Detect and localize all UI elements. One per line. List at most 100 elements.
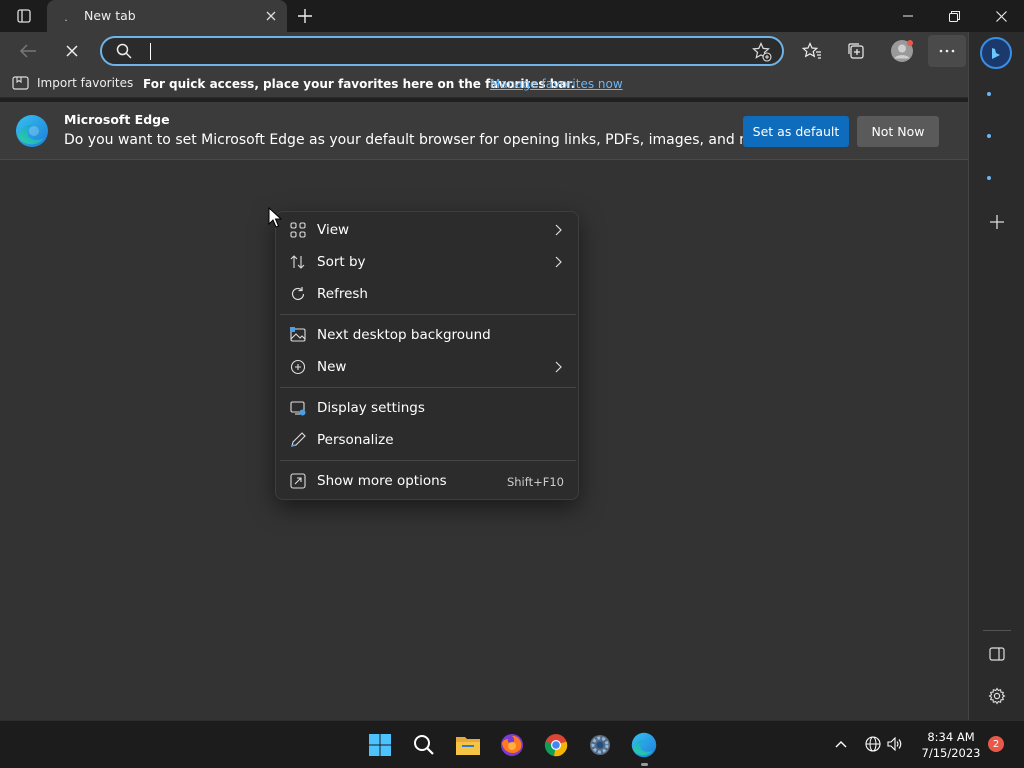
- clock[interactable]: 8:34 AM 7/15/2023: [916, 729, 986, 761]
- close-window-button[interactable]: [978, 0, 1024, 32]
- network-button[interactable]: [864, 735, 882, 753]
- taskbar: 8:34 AM 7/15/2023: [0, 720, 1024, 768]
- display-settings-icon: [290, 401, 306, 416]
- close-icon: [995, 10, 1007, 22]
- restore-button[interactable]: [931, 0, 977, 32]
- menu-item-show-more-options[interactable]: Show more options Shift+F10: [280, 465, 574, 497]
- menu-item-refresh[interactable]: Refresh: [280, 278, 574, 310]
- grid-icon: [290, 222, 306, 238]
- file-explorer-icon: [456, 737, 480, 755]
- menu-item-new[interactable]: New: [280, 351, 574, 383]
- desktop-context-menu: View Sort by Refresh Next desktop backgr…: [275, 211, 579, 500]
- search-icon: [116, 43, 132, 59]
- chevron-right-icon: [555, 361, 562, 373]
- menu-item-sort-by[interactable]: Sort by: [280, 246, 574, 278]
- menu-item-label: Display settings: [317, 400, 425, 416]
- minimize-icon: [903, 15, 913, 17]
- add-sidebar-app-button[interactable]: [981, 206, 1013, 238]
- settings-more-button[interactable]: [928, 35, 966, 67]
- menu-item-label: Refresh: [317, 286, 368, 302]
- notification-badge[interactable]: 2: [988, 736, 1004, 752]
- menu-item-display-settings[interactable]: Display settings: [280, 392, 574, 424]
- chrome-button[interactable]: [538, 727, 574, 763]
- import-favorites-button[interactable]: Import favorites: [12, 75, 133, 91]
- speaker-icon: [887, 737, 902, 751]
- minimize-button[interactable]: [885, 0, 931, 32]
- file-explorer-button[interactable]: [450, 727, 486, 763]
- start-button[interactable]: [362, 727, 398, 763]
- taskbar-search-button[interactable]: [406, 727, 442, 763]
- address-input[interactable]: [146, 41, 706, 61]
- chevron-up-icon: [835, 741, 847, 748]
- clock-date: 7/15/2023: [921, 746, 981, 760]
- close-icon: [66, 45, 78, 57]
- start-icon: [369, 734, 391, 756]
- profile-button[interactable]: [886, 35, 918, 67]
- settings-icon: [590, 735, 610, 755]
- sidebar-dot: [987, 176, 991, 180]
- sidebar-settings-button[interactable]: [981, 680, 1013, 712]
- menu-item-label: Show more options: [317, 473, 447, 489]
- plus-circle-icon: [290, 359, 306, 375]
- sidebar-dot: [987, 92, 991, 96]
- import-favorites-label: Import favorites: [37, 76, 134, 90]
- globe-icon: [865, 736, 881, 752]
- address-bar[interactable]: [100, 36, 784, 66]
- collections-icon: [848, 43, 864, 59]
- favorites-star-icon: [802, 42, 821, 59]
- mouse-cursor-icon: [268, 207, 282, 228]
- clock-time: 8:34 AM: [927, 730, 975, 744]
- bing-chat-icon[interactable]: [979, 36, 1013, 70]
- set-as-default-button[interactable]: Set as default: [743, 116, 849, 147]
- edge-sidebar: [968, 32, 1024, 720]
- show-hidden-icons-button[interactable]: [832, 735, 850, 753]
- infobar-message: Do you want to set Microsoft Edge as you…: [64, 132, 783, 148]
- manage-favorites-link[interactable]: Manage favorites now: [490, 77, 623, 91]
- menu-item-label: Sort by: [317, 254, 366, 270]
- add-favorite-icon[interactable]: [752, 42, 772, 62]
- settings-app-button[interactable]: [582, 727, 618, 763]
- firefox-button[interactable]: [494, 727, 530, 763]
- not-now-button[interactable]: Not Now: [857, 116, 939, 147]
- avatar-icon: [891, 40, 913, 62]
- collections-button[interactable]: [840, 35, 872, 67]
- close-icon: [266, 11, 276, 21]
- menu-item-personalize[interactable]: Personalize: [280, 424, 574, 456]
- restore-icon: [948, 10, 960, 22]
- sidebar-dot: [987, 134, 991, 138]
- pen-icon: [291, 432, 306, 447]
- close-tab-button[interactable]: [263, 8, 279, 24]
- tab-new-tab[interactable]: . New tab: [47, 0, 287, 32]
- back-button[interactable]: [12, 35, 44, 67]
- menu-item-view[interactable]: View: [280, 214, 574, 246]
- default-browser-infobar: Microsoft Edge Do you want to set Micros…: [0, 102, 968, 160]
- refresh-icon: [291, 287, 305, 300]
- tab-actions-button[interactable]: [8, 4, 40, 28]
- menu-separator: [280, 387, 576, 388]
- menu-item-next-desktop-background[interactable]: Next desktop background: [280, 319, 574, 351]
- chevron-right-icon: [555, 224, 562, 236]
- more-horizontal-icon: [939, 49, 955, 53]
- more-options-icon: [290, 473, 306, 489]
- chrome-icon: [544, 734, 568, 757]
- plus-icon: [298, 9, 312, 23]
- menu-item-label: New: [317, 359, 347, 375]
- edge-taskbar-button[interactable]: [626, 727, 662, 763]
- stop-loading-button[interactable]: [56, 35, 88, 67]
- menu-item-label: View: [317, 222, 350, 238]
- gear-icon: [988, 687, 1006, 705]
- tab-actions-icon: [17, 9, 31, 23]
- tab-title: New tab: [84, 8, 136, 23]
- volume-button[interactable]: [886, 735, 904, 753]
- menu-separator: [280, 460, 576, 461]
- edge-icon: [631, 732, 657, 758]
- sidebar-divider: [983, 630, 1011, 631]
- new-tab-button[interactable]: [293, 4, 317, 28]
- arrow-left-icon: [19, 44, 36, 58]
- loading-icon: .: [64, 11, 68, 24]
- sidebar-panel-icon: [989, 647, 1005, 661]
- hide-sidebar-button[interactable]: [981, 638, 1013, 670]
- text-caret: [150, 43, 151, 60]
- search-icon: [414, 735, 434, 755]
- favorites-button[interactable]: [796, 35, 828, 67]
